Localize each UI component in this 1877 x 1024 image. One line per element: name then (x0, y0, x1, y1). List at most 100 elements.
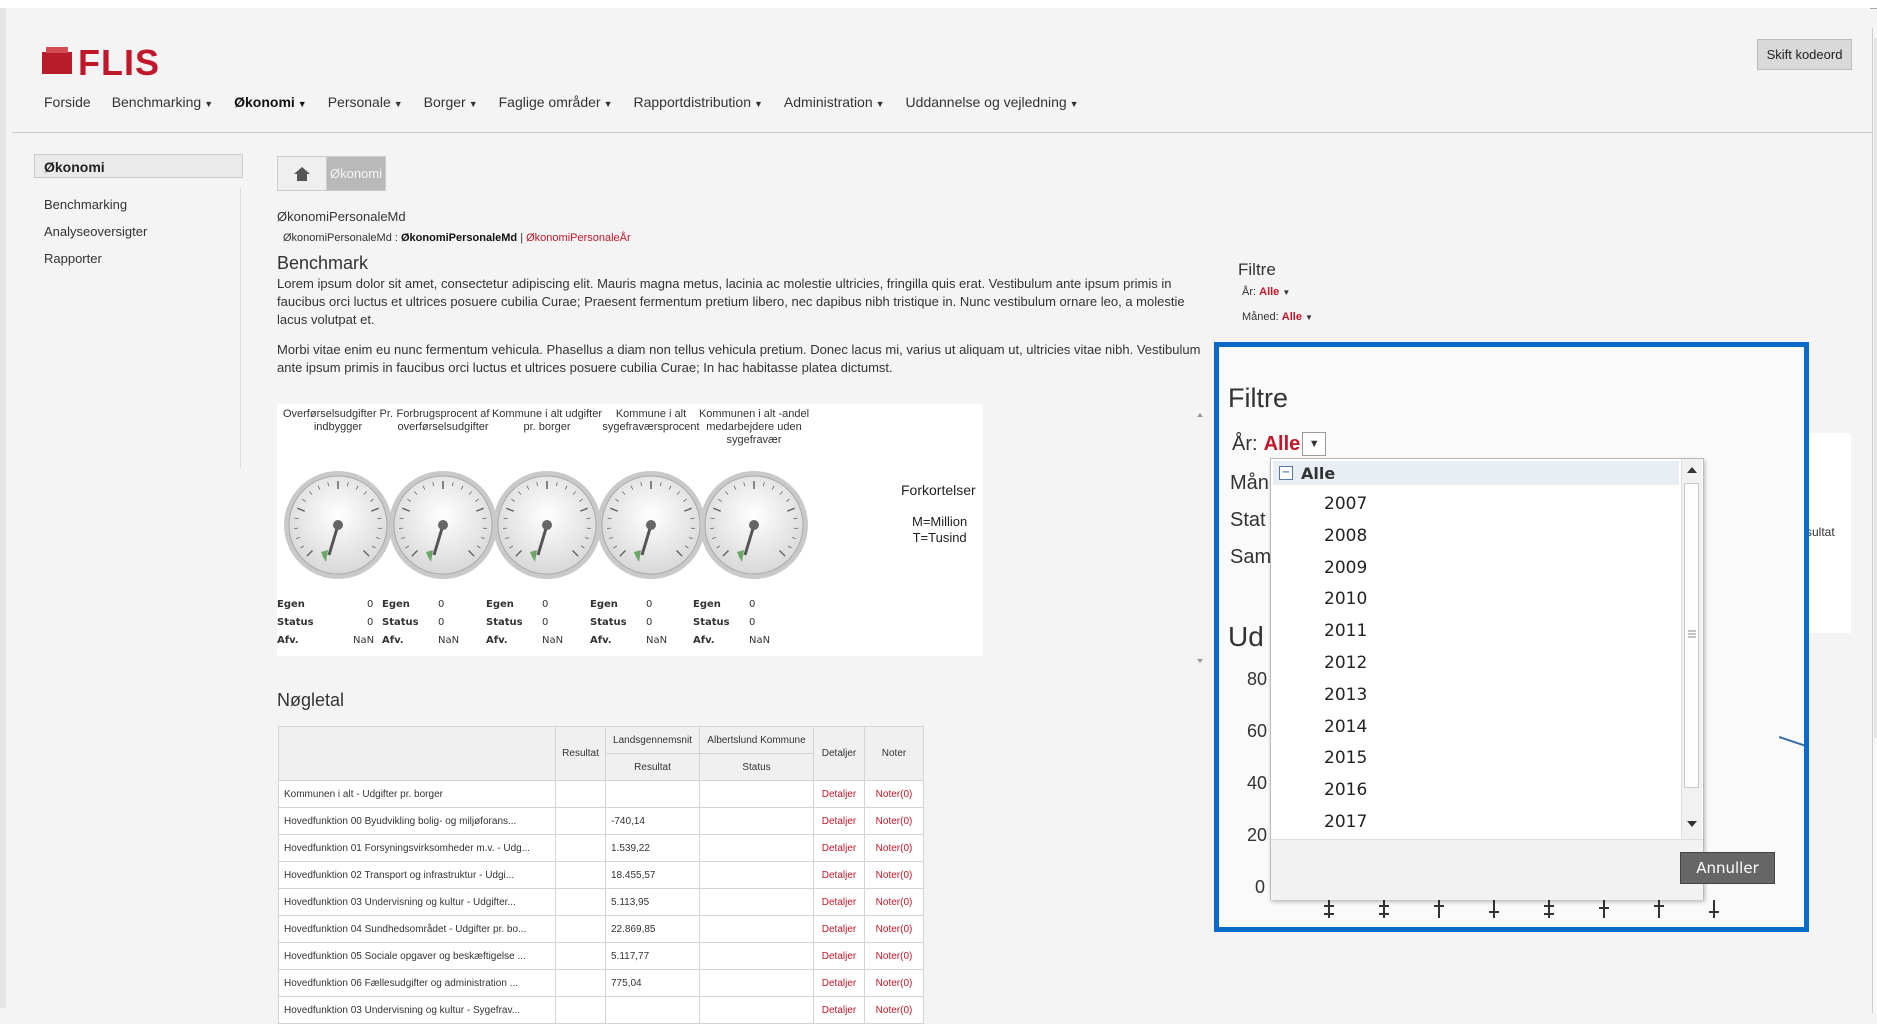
nav-item-5[interactable]: Faglige områder▼ (499, 94, 613, 110)
noegletal-table: Resultat Landsgennemsnit Albertslund Kom… (278, 726, 924, 1024)
gauge-afv-label: Afv. (486, 635, 542, 646)
abbreviations-list: M=Million T=Tusind (912, 514, 967, 546)
dropdown-toggle-icon[interactable]: ▼ (1302, 432, 1326, 456)
flis-logo[interactable]: FLIS (42, 42, 160, 84)
gauge-status-row: Status0 (277, 613, 399, 631)
notes-link[interactable]: Noter(0) (865, 970, 924, 997)
details-link[interactable]: Detaljer (814, 943, 865, 970)
page-scrollbar[interactable] (1872, 28, 1877, 1013)
grip-icon (1687, 629, 1697, 639)
details-link[interactable]: Detaljer (814, 781, 865, 808)
table-row: Hovedfunktion 01 Forsyningsvirksomheder … (279, 835, 924, 862)
chevron-down-icon: ▼ (604, 99, 613, 109)
year-option[interactable]: 2011 (1324, 621, 1367, 641)
details-link[interactable]: Detaljer (814, 997, 865, 1024)
cancel-button[interactable]: Annuller (1680, 852, 1775, 884)
year-dropdown: −Alle 2007 2008 2009 2010 2011 2012 2013 2014 20… (1270, 458, 1704, 900)
notes-link[interactable]: Noter(0) (865, 916, 924, 943)
details-link[interactable]: Detaljer (814, 916, 865, 943)
page-subtitle: ØkonomiPersonaleMd : ØkonomiPersonaleMd … (283, 232, 631, 244)
row-landsgennemsnit: 1.539,22 (606, 835, 700, 862)
breadcrumb-current[interactable]: Økonomi (327, 157, 385, 190)
sidebar-title[interactable]: Økonomi (34, 154, 243, 178)
sidebar-item-analyseoversigter[interactable]: Analyseoversigter (44, 224, 243, 239)
nav-item-1[interactable]: Benchmarking▼ (112, 94, 213, 110)
subtitle-separator: | (517, 232, 526, 244)
month-filter-value[interactable]: Alle (1282, 311, 1302, 323)
chevron-down-icon: ▼ (298, 99, 307, 109)
zoom-year-value[interactable]: Alle (1264, 433, 1301, 456)
nav-item-3[interactable]: Personale▼ (328, 94, 403, 110)
gauge-egen-label: Egen (486, 599, 542, 610)
page-frame: FLIS Skift kodeord ForsideBenchmarking▼Ø… (0, 8, 1870, 1008)
year-option-all[interactable]: −Alle (1273, 461, 1679, 485)
month-filter[interactable]: Måned: Alle ▼ (1242, 311, 1313, 323)
year-option[interactable]: 2015 (1324, 748, 1367, 768)
benchmark-paragraph-1: Lorem ipsum dolor sit amet, consectetur … (277, 275, 1212, 329)
chevron-down-icon: ▼ (1305, 313, 1313, 322)
scroll-down-icon[interactable] (1686, 819, 1698, 829)
dropdown-scroll-thumb[interactable] (1684, 483, 1699, 788)
abbreviation-million: M=Million (912, 514, 967, 530)
nav-item-4[interactable]: Borger▼ (424, 94, 478, 110)
sidebar-item-rapporter[interactable]: Rapporter (44, 251, 243, 266)
notes-link[interactable]: Noter(0) (865, 808, 924, 835)
table-row: Hovedfunktion 00 Byudvikling bolig- og m… (279, 808, 924, 835)
nav-item-8[interactable]: Uddannelse og vejledning▼ (906, 94, 1079, 110)
gauge-panel-scrollbar[interactable] (1192, 404, 1208, 674)
change-password-button[interactable]: Skift kodeord (1757, 39, 1852, 70)
year-filter[interactable]: År: Alle ▼ (1242, 286, 1290, 298)
year-option[interactable]: 2012 (1324, 653, 1367, 673)
row-label: Hovedfunktion 04 Sundhedsområdet - Udgif… (279, 916, 556, 943)
collapse-icon[interactable]: − (1279, 466, 1293, 480)
row-resultat (556, 862, 606, 889)
subtitle-link[interactable]: ØkonomiPersonaleÅr (526, 232, 631, 244)
notes-link[interactable]: Noter(0) (865, 889, 924, 916)
year-option[interactable]: 2008 (1324, 526, 1367, 546)
table-row: Hovedfunktion 05 Sociale opgaver og besk… (279, 943, 924, 970)
row-resultat (556, 835, 606, 862)
notes-link[interactable]: Noter(0) (865, 997, 924, 1024)
row-label: Hovedfunktion 06 Fællesudgifter og admin… (279, 970, 556, 997)
year-option[interactable]: 2013 (1324, 685, 1367, 705)
details-link[interactable]: Detaljer (814, 889, 865, 916)
gauge-dial-icon (283, 470, 393, 580)
year-option[interactable]: 2017 (1324, 812, 1367, 832)
year-filter-value[interactable]: Alle (1259, 286, 1279, 298)
nav-item-6[interactable]: Rapportdistribution▼ (633, 94, 762, 110)
details-link[interactable]: Detaljer (814, 835, 865, 862)
year-option[interactable]: 2014 (1324, 717, 1367, 737)
year-option[interactable]: 2007 (1324, 494, 1367, 514)
sidebar-divider (240, 188, 241, 468)
row-resultat (556, 781, 606, 808)
nav-item-0[interactable]: Forside (44, 94, 91, 110)
dropdown-scrollbar[interactable] (1681, 459, 1702, 839)
notes-link[interactable]: Noter(0) (865, 781, 924, 808)
home-icon[interactable] (278, 157, 327, 190)
row-resultat (556, 916, 606, 943)
details-link[interactable]: Detaljer (814, 970, 865, 997)
gauge-afv-row: Afv.NaN (693, 631, 815, 649)
details-link[interactable]: Detaljer (814, 862, 865, 889)
gauge-status-row: Status0 (693, 613, 815, 631)
year-option[interactable]: 2010 (1324, 589, 1367, 609)
sidebar-item-benchmarking[interactable]: Benchmarking (44, 197, 243, 212)
axis-tick: 60 (1247, 721, 1267, 742)
table-row: Hovedfunktion 02 Transport og infrastruk… (279, 862, 924, 889)
nav-item-2[interactable]: Økonomi▼ (234, 94, 307, 110)
zoom-year-filter[interactable]: År: Alle ▼ (1232, 432, 1326, 456)
year-option[interactable]: 2016 (1324, 780, 1367, 800)
gauge-status-value: 0 (749, 617, 755, 628)
scroll-up-icon[interactable] (1686, 465, 1698, 475)
abbreviation-thousand: T=Tusind (912, 530, 967, 546)
notes-link[interactable]: Noter(0) (865, 943, 924, 970)
year-option[interactable]: 2009 (1324, 558, 1367, 578)
notes-link[interactable]: Noter(0) (865, 835, 924, 862)
gauge-egen-value: 0 (646, 599, 652, 610)
notes-link[interactable]: Noter(0) (865, 862, 924, 889)
nav-item-7[interactable]: Administration▼ (784, 94, 885, 110)
details-link[interactable]: Detaljer (814, 808, 865, 835)
gauge-status-value: 0 (367, 617, 373, 628)
gauge-status-label: Status (382, 617, 438, 628)
nav-item-label: Benchmarking (112, 94, 202, 110)
